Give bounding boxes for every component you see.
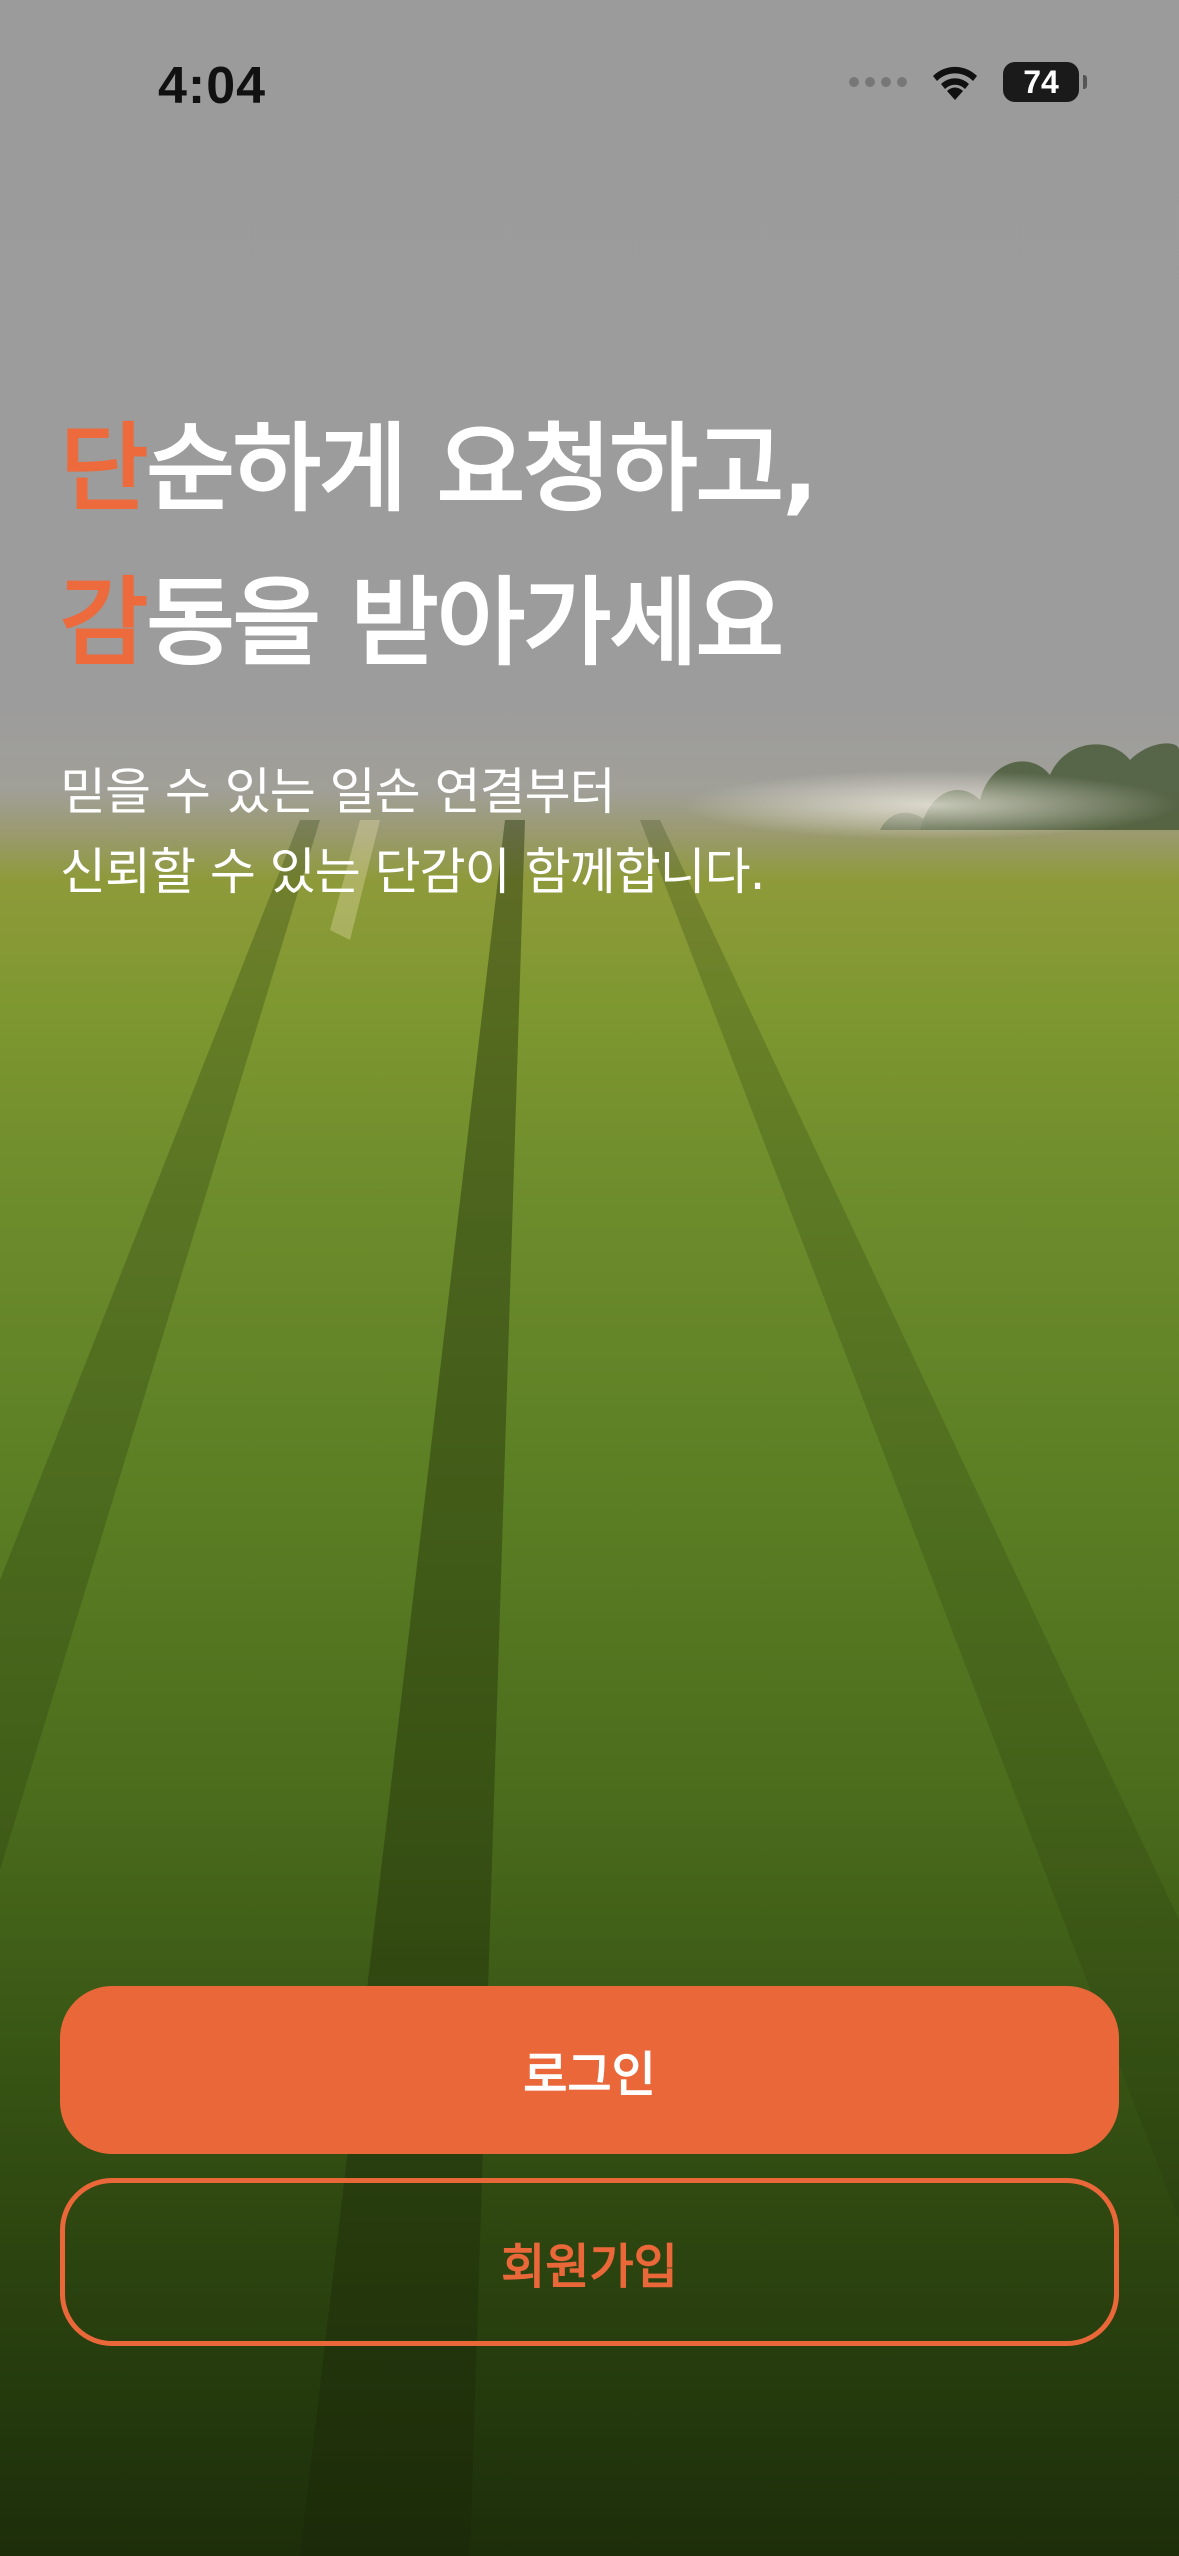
status-icons: 74 [849, 62, 1087, 102]
background-vignette [0, 0, 1179, 2556]
headline-text-2: 동을 받아가세요 [146, 567, 784, 679]
headline-accent-1: 단 [60, 413, 148, 525]
signup-button[interactable]: 회원가입 [60, 2178, 1119, 2346]
hero-subtitle: 믿을 수 있는 일손 연결부터 신뢰할 수 있는 단감이 함께합니다. [60, 752, 1120, 912]
headline-accent-2: 감 [60, 567, 148, 679]
login-button[interactable]: 로그인 [60, 1986, 1119, 2154]
hero-headline: 단순하게 요청하고, 감동을 받아가세요 [60, 392, 1120, 700]
signup-button-label: 회원가입 [501, 2239, 678, 2295]
battery-icon: 74 [1003, 62, 1087, 102]
battery-level: 74 [1023, 63, 1059, 100]
headline-line-1: 단순하게 요청하고, [60, 392, 1120, 546]
headline-text-1: 순하게 요청하고, [146, 413, 818, 525]
status-time: 4:04 [158, 57, 267, 115]
login-button-label: 로그인 [523, 2047, 656, 2103]
subtitle-line-1: 믿을 수 있는 일손 연결부터 [60, 763, 616, 821]
signal-dots-icon [849, 77, 907, 87]
subtitle-line-2: 신뢰할 수 있는 단감이 함께합니다. [60, 843, 765, 901]
headline-line-2: 감동을 받아가세요 [60, 546, 1120, 700]
welcome-screen: 4:04 74 단순하게 요청하고, 감동을 받아가세요 믿을 수 있는 일손 … [0, 0, 1179, 2556]
wifi-icon [933, 66, 977, 100]
